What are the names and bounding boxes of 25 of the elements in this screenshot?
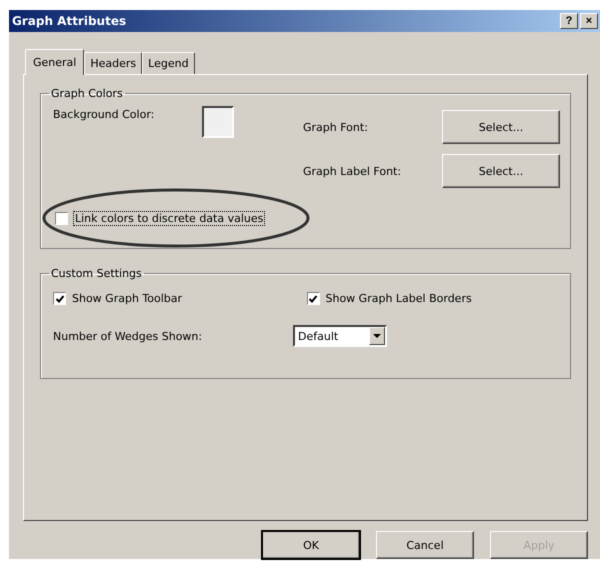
field-label: Background Color: [53, 108, 154, 122]
checkbox-row[interactable]: Show Graph Toolbar [53, 292, 306, 306]
help-button[interactable]: ? [560, 12, 578, 29]
checkbox-label: Show Graph Toolbar [72, 292, 182, 306]
checkbox[interactable] [53, 292, 66, 306]
checkbox[interactable] [55, 212, 68, 225]
group-title: Graph Colors [50, 87, 124, 100]
window-title: Graph Attributes [12, 14, 126, 28]
checkbox[interactable] [306, 292, 320, 306]
select-button[interactable]: Select... [442, 154, 560, 188]
dropdown[interactable]: Default [293, 325, 387, 348]
group-title: Custom Settings [50, 267, 143, 280]
close-button[interactable]: × [580, 12, 598, 29]
tab[interactable]: Headers [84, 52, 142, 74]
field-label: Graph Label Font: [303, 164, 402, 178]
field-label: Graph Font: [303, 120, 368, 134]
dialog-button[interactable]: OK [262, 531, 360, 559]
checkbox-label: Show Graph Label Borders [326, 292, 472, 306]
tab[interactable]: Legend [142, 52, 195, 74]
checkbox-row[interactable]: Show Graph Label Borders [306, 292, 560, 306]
color-swatch[interactable] [202, 106, 234, 138]
dialog-button[interactable]: Cancel [376, 531, 474, 559]
select-button[interactable]: Select... [442, 110, 560, 144]
field-label: Number of Wedges Shown: [53, 330, 204, 343]
tab[interactable]: General [25, 49, 84, 76]
